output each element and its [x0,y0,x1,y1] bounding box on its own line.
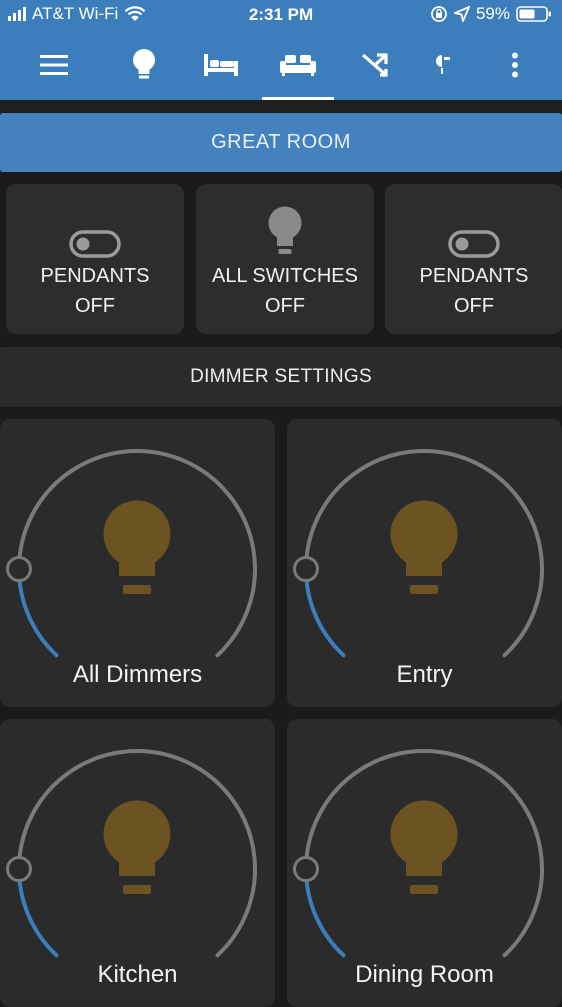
menu-icon[interactable] [34,30,74,100]
dimmer-knob[interactable] [293,856,319,882]
bed-icon[interactable] [200,30,242,100]
dimmer-active-arc [17,867,59,958]
switch-card-pendants-1[interactable]: PENDANTS OFF [6,184,184,334]
shuffle-icon[interactable] [356,30,394,100]
dimmer-card-entry[interactable]: Entry [287,419,562,707]
dimmer-name: All Dimmers [72,661,203,688]
lightbulb-icon [103,500,171,594]
switch-state: OFF [454,295,494,317]
switch-card-all-switches[interactable]: ALL SWITCHES OFF [196,184,374,334]
lightbulb-icon [103,800,171,894]
top-toolbar [0,30,562,100]
status-right: 59% [430,4,552,24]
location-icon [453,6,470,22]
dimmer-active-arc [17,567,59,658]
dimmer-name: Dining Room [355,961,494,988]
switch-name: ALL SWITCHES [212,265,358,287]
dimmer-name: Entry [396,661,453,688]
lightbulb-icon [390,500,458,594]
battery-percent: 59% [475,4,510,23]
switch-name: PENDANTS [40,265,150,287]
switch-name: PENDANTS [419,265,529,287]
dimmer-active-arc [304,567,346,658]
more-vert-icon[interactable] [500,30,530,100]
sofa-icon[interactable] [276,30,320,100]
dimmer-knob[interactable] [293,556,319,582]
partial-icon[interactable] [432,30,452,100]
switch-state: OFF [75,295,115,317]
toggle-icon [448,230,500,258]
dimmer-card-dining-room[interactable]: Dining Room [287,719,562,1007]
status-bar: AT&T Wi-Fi 2:31 PM 59% [0,0,562,30]
switch-state: OFF [265,295,305,317]
dimmer-knob[interactable] [6,556,32,582]
section-title: DIMMER SETTINGS [190,366,372,387]
dimmer-name: Kitchen [97,961,178,988]
room-title: GREAT ROOM [211,131,351,153]
dimmer-card-kitchen[interactable]: Kitchen [0,719,275,1007]
battery-icon [516,6,551,22]
lightbulb-icon [268,206,302,254]
dimmer-knob[interactable] [6,856,32,882]
toggle-icon [69,230,121,258]
lightbulb-icon[interactable] [122,30,166,100]
room-title-bar[interactable]: GREAT ROOM [0,113,562,172]
dimmer-card-all-dimmers[interactable]: All Dimmers [0,419,275,707]
orientation-lock-icon [431,6,447,22]
switch-card-pendants-2[interactable]: PENDANTS OFF [385,184,562,334]
dimmer-active-arc [304,867,346,958]
toolbar-shadow [0,100,562,112]
dimmer-settings-bar[interactable]: DIMMER SETTINGS [0,347,562,407]
lightbulb-icon [390,800,458,894]
